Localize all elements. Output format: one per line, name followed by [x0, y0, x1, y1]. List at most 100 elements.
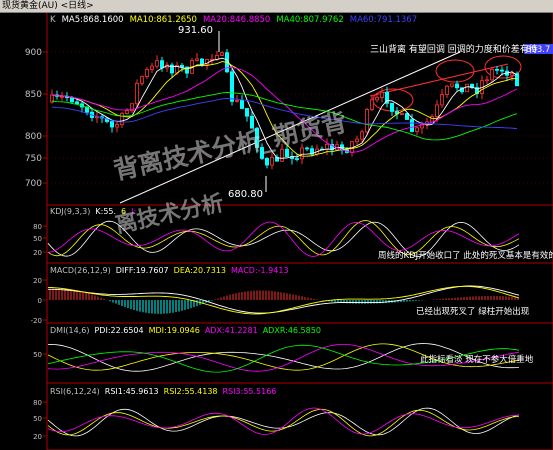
rsi-line-1	[47, 408, 520, 437]
candle-body	[60, 95, 65, 98]
low-price-label: 680.80	[228, 189, 263, 200]
legend-item: RSI2:55.4138	[164, 387, 218, 396]
ma-legend-item: MA40:807.9762	[276, 15, 343, 25]
candle-body	[149, 65, 154, 70]
y-tick-label: 0	[38, 297, 42, 305]
rsi-line-2	[47, 407, 520, 435]
window-titlebar[interactable]: 现货黄金(AU) <日线>	[0, 0, 553, 13]
candle-body	[134, 82, 139, 105]
candle-body	[489, 68, 494, 81]
macd-legend: MACD(26,12,9) DIFF:19.7607 DEA:20.7313 MACD…	[50, 266, 289, 275]
y-tick-label: 50	[33, 415, 42, 423]
candle-body	[294, 158, 299, 160]
candle-body	[269, 156, 274, 166]
candle-body	[229, 71, 234, 102]
ma-legend-item: MA5:868.1600	[62, 15, 124, 25]
ma-legend-item: MA20:846.8850	[203, 15, 270, 25]
y-tick-label: 750	[25, 154, 42, 164]
candle-body	[264, 158, 269, 166]
candle-body	[144, 68, 149, 78]
y-tick-label: 700	[25, 179, 42, 189]
rsi-panel[interactable]: 80 50 20 RSI(6,12,24) RSI1:45.9613 RSI2:55.4…	[33, 382, 553, 450]
kdj-annotation: 周线的KDJ开始收口了 此处的死叉基本是有效的	[378, 250, 553, 261]
candle-body	[304, 147, 309, 150]
stock-chart[interactable]: 900850800750700 893.7 三山背离 有望回调 回调的力度和价差…	[0, 0, 553, 450]
candle-body	[120, 113, 125, 126]
candle-body	[439, 94, 444, 106]
legend-item: RSI3:55.5166	[223, 387, 277, 396]
candle-body	[515, 73, 520, 87]
y-tick-label: 20	[33, 433, 42, 441]
candle-body	[234, 100, 239, 102]
legend-item: PDI:22.6504	[94, 326, 143, 335]
y-tick-label: 80	[33, 223, 42, 231]
kdj-panel[interactable]: 805020 KDJ(9,3,3) K:55. 6 J: 周线的KDJ开始收口了 此处…	[33, 204, 553, 264]
candle-body	[454, 83, 459, 89]
y-tick-label: 50	[33, 351, 42, 359]
candle-body	[414, 127, 419, 132]
candle-body	[449, 83, 454, 87]
candle-body	[214, 54, 219, 60]
candle-body	[115, 124, 120, 128]
legend-item: DMI(14,6)	[50, 326, 89, 335]
candle-body	[509, 73, 514, 76]
candle-body	[125, 110, 130, 114]
candle-body	[244, 108, 249, 117]
candle-body	[324, 143, 329, 150]
candle-body	[464, 83, 469, 93]
y-tick-label: 80	[33, 399, 42, 407]
high-price-label: 931.60	[178, 25, 213, 36]
candle-body	[499, 69, 504, 72]
legend-item: RSI1:45.9613	[105, 387, 159, 396]
price-panel[interactable]: 900850800750700 893.7 三山背离 有望回调 回调的力度和价差…	[25, 11, 553, 206]
candle-body	[399, 113, 404, 115]
candle-body	[239, 100, 244, 109]
candle-body	[75, 101, 80, 105]
macd-panel[interactable]: 20 0 -20 MACD(26,12,9) DIFF:19.7607 DEA:20.7…	[31, 262, 553, 325]
y-tick-label: 800	[25, 132, 42, 142]
candle-body	[374, 97, 379, 101]
candle-body	[444, 85, 449, 95]
legend-item: KDJ(9,3,3)	[50, 207, 90, 216]
candle-body	[219, 52, 224, 56]
candle-body	[434, 104, 439, 117]
candle-body	[299, 147, 304, 160]
candle-body	[159, 60, 164, 69]
candle-body	[110, 121, 115, 128]
dmi-legend: DMI(14,6) PDI:22.6504 MDI:19.0946 ADX:41.22…	[50, 326, 321, 335]
candle-body	[154, 60, 159, 67]
candle-body	[404, 113, 409, 120]
legend-item: RSI(6,12,24)	[50, 387, 100, 396]
candle-body	[379, 91, 384, 98]
y-tick-label: -20	[31, 317, 42, 325]
legend-item: MDI:19.0946	[149, 326, 200, 335]
y-tick-label: 850	[25, 90, 42, 100]
legend-item: ADXR:46.5850	[263, 326, 321, 335]
candle-body	[494, 68, 499, 71]
legend-item: MACD(26,12,9)	[50, 266, 111, 275]
macd-annotation: 已经出现死叉了 绿柱开始出现	[416, 306, 530, 317]
candle-body	[389, 102, 394, 112]
divergence-circle-2	[435, 59, 475, 83]
window-title: 现货黄金(AU) <日线>	[2, 1, 94, 11]
y-tick-label: 50	[33, 235, 42, 243]
rsi-legend: RSI(6,12,24) RSI1:45.9613 RSI2:55.4138 RSI3…	[50, 387, 276, 396]
panel-code: K	[50, 15, 56, 25]
candle-body	[354, 138, 359, 143]
ma-legend-item: MA60:791.1367	[350, 15, 417, 25]
y-tick-label: 900	[25, 48, 42, 58]
candle-body	[369, 99, 374, 110]
legend-item: DIFF:19.7607	[116, 266, 169, 275]
y-tick-label: 20	[33, 277, 42, 285]
price-annotation: 三山背离 有望回调 回调的力度和价差有待	[370, 43, 538, 55]
dmi-panel[interactable]: 50 DMI(14,6) PDI:22.6504 MDI:19.0946 ADX:41…	[33, 322, 553, 384]
legend-item: MACD:-1.9413	[231, 266, 289, 275]
y-tick-label: 20	[33, 249, 42, 257]
dmi-annotation: 此指标看淡 现在不参大倍重地	[420, 354, 534, 365]
legend-item: ADX:41.2281	[205, 326, 258, 335]
candle-body	[179, 64, 184, 68]
candle-body	[364, 109, 369, 133]
ma-legend: K MA5:868.1600 MA10:861.2650 MA20:846.8850 M…	[50, 15, 417, 25]
legend-item: DEA:20.7313	[174, 266, 226, 275]
candle-body	[139, 76, 144, 84]
